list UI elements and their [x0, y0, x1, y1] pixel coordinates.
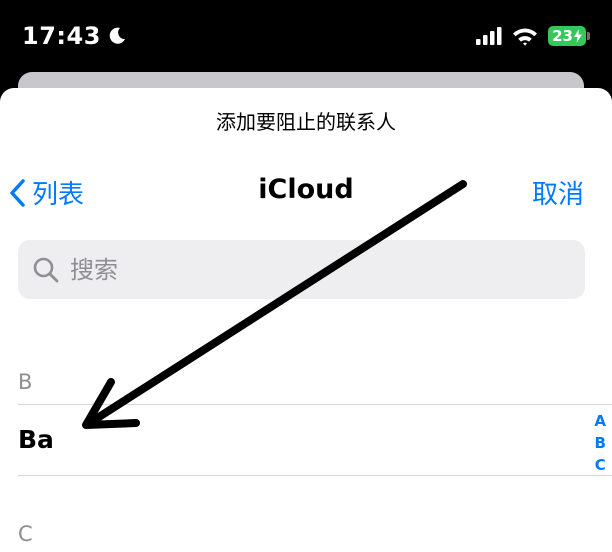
screen: 17:43 23 添加要阻止的联系人 列表 iCloud 取消 搜索 B Ba …: [0, 0, 612, 552]
navigation-bar: 列表 iCloud 取消: [0, 174, 612, 214]
search-bar[interactable]: [18, 240, 585, 299]
battery-indicator: 23: [548, 26, 590, 46]
add-blocked-contact-sheet: 添加要阻止的联系人 列表 iCloud 取消 B Ba C: [0, 88, 612, 552]
nav-title: iCloud: [258, 174, 354, 205]
section-header-c: C: [18, 522, 33, 546]
index-letter[interactable]: A: [594, 410, 606, 432]
search-input[interactable]: [68, 254, 552, 285]
section-header-b: B: [18, 370, 33, 394]
chevron-left-icon: [10, 178, 25, 207]
index-letter[interactable]: B: [594, 432, 605, 454]
wifi-icon: [513, 28, 537, 46]
row-divider: [18, 475, 612, 476]
status-bar: 17:43 23: [0, 0, 612, 78]
alphabet-index[interactable]: A B C: [594, 410, 606, 476]
charging-bolt-icon: [573, 29, 582, 43]
battery-level: 23: [552, 27, 573, 45]
cancel-button[interactable]: 取消: [532, 174, 584, 211]
contact-row[interactable]: Ba: [0, 405, 594, 475]
sheet-prompt: 添加要阻止的联系人: [216, 110, 396, 134]
contact-name: Ba: [18, 425, 54, 454]
status-indicators: 23: [476, 26, 590, 46]
time-text: 17:43: [22, 22, 101, 50]
status-time: 17:43: [22, 22, 127, 50]
battery-cap: [587, 32, 590, 40]
back-label: 列表: [32, 180, 85, 210]
search-icon: [33, 257, 59, 282]
back-to-lists-button[interactable]: 列表: [8, 174, 84, 211]
cellular-signal-icon: [476, 27, 502, 45]
moon-icon: [109, 27, 125, 44]
index-letter[interactable]: C: [595, 454, 606, 476]
